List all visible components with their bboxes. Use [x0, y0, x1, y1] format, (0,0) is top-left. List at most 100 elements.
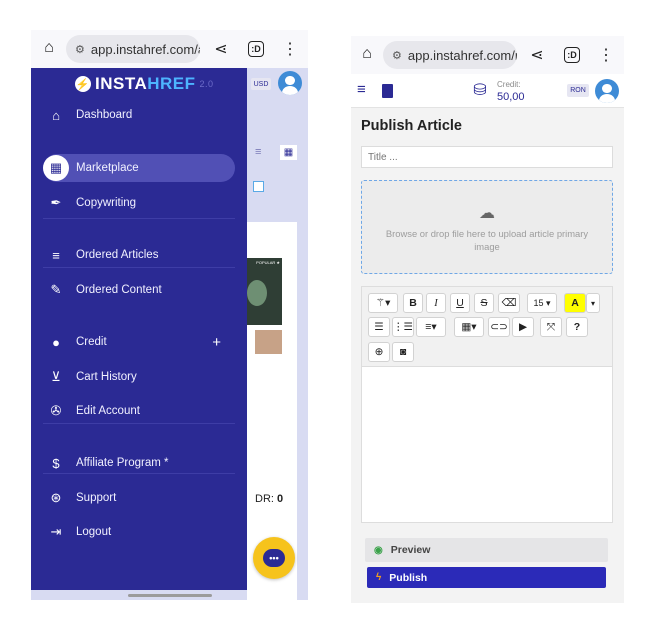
logout-icon: ⇥: [50, 524, 62, 539]
phone-left: ⌂ ⚙ app.instahref.com/a ⋖ :D ⋮ USD ≡ ▦ P…: [31, 30, 308, 600]
bolt-icon: ϟ: [376, 572, 382, 583]
numbered-list-icon[interactable]: ⋮☰: [392, 317, 414, 337]
bolt-icon: ⚡: [75, 76, 91, 92]
listing-thumbnail: POPULAR ★: [247, 258, 282, 325]
editor-toolbar: ⚚▾ B I U S ⌫ 15 ▾ A ▾ ☰ ⋮☰ ≡▾ ▦▾ ⊂⊃ ▶ ⤧ …: [362, 287, 612, 367]
chevron-down-icon[interactable]: ▾: [586, 293, 600, 313]
phone-right: ⌂ ⚙ app.instahref.com/m ⋖ :D ⋮ ≡ ⛁ Credi…: [351, 36, 624, 603]
sidebar-item-dashboard[interactable]: ⌂ Dashboard: [43, 101, 235, 129]
avatar[interactable]: [595, 79, 619, 103]
coins-icon: ⛁: [473, 82, 487, 99]
tabs-button[interactable]: :D: [248, 41, 264, 57]
sidebar-item-label: Ordered Content: [76, 284, 162, 296]
user-edit-icon: ✇: [50, 403, 62, 418]
sidebar-item-label: Cart History: [76, 371, 137, 383]
url-text: app.instahref.com/m: [407, 47, 517, 63]
app-topbar: ≡ ⛁ Credit: 50,00 RON: [351, 74, 624, 108]
sidebar-item-ordered-articles[interactable]: ≡ Ordered Articles: [43, 241, 235, 269]
home-icon[interactable]: ⌂: [356, 45, 378, 63]
sidebar-item-cart-history[interactable]: ⊻ Cart History: [43, 363, 235, 391]
more-menu-icon[interactable]: ⋮: [595, 45, 617, 65]
more-menu-icon[interactable]: ⋮: [279, 39, 301, 59]
eye-icon: ◉: [374, 544, 383, 556]
chat-button[interactable]: •••: [253, 537, 295, 579]
share-icon[interactable]: ⋖: [210, 39, 232, 59]
browser-bar: ⌂ ⚙ app.instahref.com/m ⋖ :D ⋮: [351, 36, 624, 74]
strikethrough-button[interactable]: S: [474, 293, 494, 313]
filter-icon[interactable]: [253, 181, 264, 192]
tabs-button[interactable]: :D: [564, 47, 580, 63]
zoom-icon[interactable]: ⊕: [368, 342, 390, 362]
credit-value: 50,00: [497, 91, 525, 103]
hamburger-icon[interactable]: ≡: [357, 81, 366, 98]
dropzone-text: Browse or drop file here to upload artic…: [385, 228, 589, 252]
underline-button[interactable]: U: [450, 293, 470, 313]
page-title: Publish Article: [361, 118, 462, 134]
sidebar-item-support[interactable]: ⊛ Support: [43, 484, 235, 512]
cloud-upload-icon: ☁: [479, 205, 495, 222]
magic-wand-icon[interactable]: ⚚▾: [368, 293, 398, 313]
sidebar-item-label: Logout: [76, 526, 112, 538]
italic-button[interactable]: I: [426, 293, 446, 313]
list-view-icon[interactable]: ≡: [255, 146, 261, 158]
piggy-bank-icon: ●: [52, 334, 60, 350]
list-icon: ≡: [52, 247, 60, 263]
edit-icon: ✎: [50, 282, 62, 297]
sidebar-item-edit-account[interactable]: ✇ Edit Account: [43, 397, 235, 425]
eraser-icon[interactable]: ⌫: [498, 293, 520, 313]
grid-view-icon[interactable]: ▦: [280, 145, 297, 160]
sidebar-item-marketplace[interactable]: ▦ Marketplace: [43, 154, 235, 182]
site-settings-icon[interactable]: ⚙: [75, 43, 85, 56]
sidebar-item-label: Dashboard: [76, 109, 133, 121]
title-input[interactable]: [361, 146, 613, 168]
publish-button[interactable]: ϟ Publish: [367, 567, 606, 588]
credit-label: Credit:: [497, 80, 521, 89]
action-bar: ◉ Preview ϟ Publish: [361, 530, 613, 596]
document-icon[interactable]: [382, 84, 393, 98]
avatar[interactable]: [278, 71, 302, 95]
font-size-select[interactable]: 15 ▾: [527, 293, 557, 313]
camera-icon[interactable]: ◙: [392, 342, 414, 362]
text-color-button[interactable]: A: [564, 293, 586, 313]
url-text: app.instahref.com/a: [90, 41, 200, 57]
publish-article-page: Publish Article ☁ Browse or drop file he…: [351, 108, 624, 603]
site-settings-icon[interactable]: ⚙: [392, 49, 402, 62]
sidebar-item-credit[interactable]: ● Credit +: [43, 328, 235, 356]
url-field[interactable]: ⚙ app.instahref.com/a: [66, 35, 200, 63]
fullscreen-icon[interactable]: ⤧: [540, 317, 562, 337]
bold-button[interactable]: B: [403, 293, 423, 313]
currency-badge[interactable]: RON: [567, 84, 589, 97]
image-dropzone[interactable]: ☁ Browse or drop file here to upload art…: [361, 180, 613, 274]
cart-icon: ⊻: [51, 369, 61, 384]
home-icon[interactable]: ⌂: [38, 39, 60, 57]
video-icon[interactable]: ▶: [512, 317, 534, 337]
side-drawer: ⚡ INSTA HREF 2.0 ⌂ Dashboard ▦ Marketplace ✒ C…: [31, 68, 247, 590]
listing-image: [255, 330, 282, 354]
home-indicator: [128, 594, 212, 597]
preview-button[interactable]: ◉ Preview: [365, 538, 608, 562]
sidebar-item-label: Credit: [76, 336, 107, 348]
link-icon[interactable]: ⊂⊃: [488, 317, 510, 337]
sidebar-item-label: Copywriting: [76, 197, 137, 209]
sidebar-item-label: Edit Account: [76, 405, 140, 417]
sidebar-item-label: Marketplace: [76, 162, 139, 174]
browser-bar: ⌂ ⚙ app.instahref.com/a ⋖ :D ⋮: [31, 30, 308, 68]
bullet-list-icon[interactable]: ☰: [368, 317, 390, 337]
sidebar-item-logout[interactable]: ⇥ Logout: [43, 518, 235, 546]
sidebar-item-copywriting[interactable]: ✒ Copywriting: [43, 189, 235, 217]
url-field[interactable]: ⚙ app.instahref.com/m: [383, 41, 517, 69]
align-icon[interactable]: ≡▾: [416, 317, 446, 337]
sidebar-item-label: Affiliate Program *: [76, 457, 169, 469]
rich-text-editor: ⚚▾ B I U S ⌫ 15 ▾ A ▾ ☰ ⋮☰ ≡▾ ▦▾ ⊂⊃ ▶ ⤧ …: [361, 286, 613, 523]
table-icon[interactable]: ▦▾: [454, 317, 484, 337]
pen-icon: ✒: [50, 195, 62, 210]
editor-content-area[interactable]: [362, 368, 612, 522]
logo[interactable]: ⚡ INSTA HREF 2.0: [75, 73, 214, 95]
plus-icon[interactable]: +: [212, 334, 221, 351]
share-icon[interactable]: ⋖: [526, 45, 548, 65]
help-button[interactable]: ?: [566, 317, 588, 337]
sidebar-item-label: Support: [76, 492, 117, 504]
sidebar-item-ordered-content[interactable]: ✎ Ordered Content: [43, 276, 235, 304]
home-icon: ⌂: [52, 107, 60, 123]
currency-badge[interactable]: USD: [251, 78, 271, 90]
